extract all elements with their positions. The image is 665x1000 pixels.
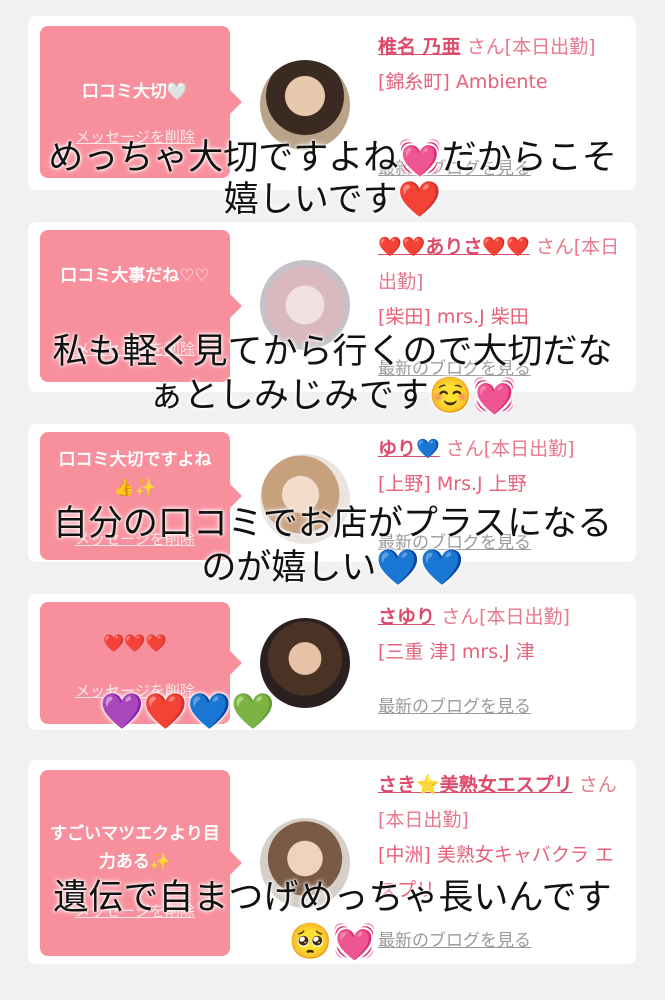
cast-status: さん[本日出勤] <box>445 438 575 460</box>
cast-status: さん[本日出勤] <box>441 606 570 628</box>
cast-info: さゆり さん[本日出勤] [三重 津] mrs.J 津 <box>378 600 628 670</box>
message-text: 口コミ大切🤍 <box>81 82 189 102</box>
cast-name-link[interactable]: ❤️❤️ありさ❤️❤️ <box>378 236 530 258</box>
message-text: すごいマツエクより目力ある✨ <box>50 824 220 872</box>
cast-name-link[interactable]: さき⭐美熟女エスプリ <box>378 774 573 796</box>
shop-name[interactable]: [錦糸町] Ambiente <box>378 71 548 93</box>
cast-name-link[interactable]: さゆり <box>378 606 435 628</box>
caption-line: 嬉しいです❤️ <box>223 180 442 220</box>
caption-line: 遺伝で自まつげめっちゃ長いんです <box>53 878 612 918</box>
caption-line: 私も軽く見てから行くので大切だな <box>52 332 613 372</box>
caption-line: ぁとしみじみです☺️💓 <box>148 376 517 416</box>
caption-line: 自分の口コミでお店がプラスになる <box>52 504 613 544</box>
cast-info: 椎名 乃亜 さん[本日出勤] [錦糸町] Ambiente <box>378 30 628 100</box>
caption-line: 🥺💓 <box>288 922 377 962</box>
message-text: 口コミ大切ですよね👍✨ <box>58 450 212 498</box>
caption-line: めっちゃ大切ですよね💓だからこそ <box>48 138 617 178</box>
shop-name[interactable]: [三重 津] mrs.J 津 <box>378 641 535 663</box>
shop-name[interactable]: [上野] Mrs.J 上野 <box>378 473 527 495</box>
cast-name-link[interactable]: 椎名 乃亜 <box>378 36 461 58</box>
cast-status: さん[本日出勤] <box>466 36 596 58</box>
cast-info: ゆり💙 さん[本日出勤] [上野] Mrs.J 上野 <box>378 432 628 502</box>
caption-line: 💜❤️💙💚 <box>100 692 275 732</box>
shop-name[interactable]: [柴田] mrs.J 柴田 <box>378 306 529 328</box>
message-text: 口コミ大事だね♡♡ <box>60 266 210 286</box>
message-text: ❤️❤️❤️ <box>103 634 167 654</box>
cast-info: ❤️❤️ありさ❤️❤️ さん[本日出勤] [柴田] mrs.J 柴田 <box>378 230 628 335</box>
caption-line: のが嬉しい💙💙 <box>201 548 464 588</box>
cast-name-link[interactable]: ゆり💙 <box>378 438 440 460</box>
